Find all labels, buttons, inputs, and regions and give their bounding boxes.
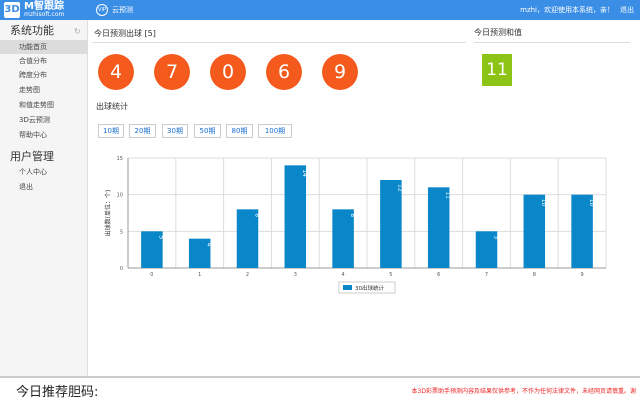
y-tick-label: 0 [120,266,123,272]
x-tick-label: 0 [150,272,153,278]
x-tick-label: 5 [389,272,392,278]
section-user-title: 用户管理 [10,150,54,163]
bar-data-label: 10 [540,199,547,207]
bar-data-label: 5 [158,235,165,239]
bar [284,165,307,268]
x-tick-label: 4 [342,272,345,278]
x-tick-label: 8 [533,272,536,278]
divider [474,42,630,43]
bar [427,187,450,268]
sum-value: 11 [482,54,512,86]
sidebar-item-cloud-predict[interactable]: 3D云预测 [0,113,87,127]
bar [332,209,354,268]
predict-title: 今日预测出球 [5] [94,29,156,38]
sidebar-item-profile[interactable]: 个人中心 [0,165,87,179]
bar-data-label: 12 [397,184,404,192]
recommend-title: 今日推荐胆码: [16,385,99,400]
y-tick-label: 10 [117,193,123,199]
logo-subtitle: mzhisoft.com [24,11,65,18]
bar-data-label: 5 [492,235,499,239]
cloud-predict-label: 云预测 [112,6,133,14]
predict-ball: 0 [210,54,246,90]
bar-data-label: 14 [301,169,308,177]
stats-title: 出球统计 [96,102,128,111]
y-tick-label: 15 [117,156,123,162]
sidebar-item-logout[interactable]: 退出 [0,180,87,194]
sidebar-item-help[interactable]: 帮助中心 [0,128,87,142]
refresh-icon[interactable]: ↻ [74,27,81,36]
bar-data-label: 8 [349,213,356,217]
bar [236,209,259,268]
bar-data-label: 4 [205,243,212,247]
divider [92,42,466,43]
welcome-text: mzhi，欢迎使用本系统，亲！ [520,6,614,14]
x-tick-label: 3 [294,272,297,278]
sidebar-item-home[interactable]: 功能首页 [0,40,87,54]
x-tick-label: 1 [198,272,201,278]
period-80-button[interactable]: 80期 [226,124,253,138]
bar-data-label: 10 [588,199,595,207]
sidebar-item-sum-trend[interactable]: 和值走势图 [0,98,87,112]
x-tick-label: 2 [246,272,249,278]
bar-data-label: 8 [253,213,260,217]
period-20-button[interactable]: 20期 [129,124,156,138]
recommend-bar: 今日推荐胆码: 本3D彩票助手预测内容及结果仅供参考，不作为任何法律文件，未经网… [0,376,640,400]
logo-mark: 3D [4,2,20,18]
y-axis-label: 出球数(单位：个) [104,190,112,237]
predict-ball: 4 [98,54,134,90]
section-system-title: 系统功能 [10,24,54,37]
logout-link[interactable]: 退出 [620,5,634,15]
bar-data-label: 11 [444,191,451,199]
sidebar-item-sum-distribution[interactable]: 合值分布 [0,54,87,68]
predict-ball: 7 [154,54,190,90]
bar [380,180,402,268]
period-50-button[interactable]: 50期 [194,124,221,138]
x-tick-label: 7 [485,272,488,278]
ball-stats-chart: 0 5 10 15 5 0 4 1 8 2 14 3 8 4 12 5 11 6 5 7 10 8 10 9 出球数(单位：个)… [104,156,607,294]
legend-label: 30出球统计 [355,284,384,292]
legend-swatch [343,285,352,290]
y-tick-label: 5 [120,229,123,235]
period-30-button[interactable]: 30期 [162,124,188,138]
vip-badge-icon: VIP [96,4,108,16]
period-10-button[interactable]: 10期 [98,124,124,138]
x-tick-label: 9 [581,272,584,278]
sidebar-item-trend[interactable]: 走势图 [0,83,87,97]
disclaimer-text: 本3D彩票助手预测内容及结果仅供参考，不作为任何法律文件，未经网页请慎重。谢 [411,388,636,395]
period-100-button[interactable]: 100期 [258,124,292,138]
sidebar: 系统功能 ↻ 功能首页 合值分布 跨度分布 走势图 和值走势图 3D云预测 帮助… [0,20,88,376]
x-tick-label: 6 [437,272,440,278]
sidebar-item-span-distribution[interactable]: 跨度分布 [0,68,87,82]
predict-ball: 9 [322,54,358,90]
logo[interactable]: 3D M智跟踪 mzhisoft.com [4,1,84,19]
top-bar: 3D M智跟踪 mzhisoft.com VIP 云预测 mzhi，欢迎使用本系… [0,0,640,20]
sum-title: 今日预测和值 [474,28,522,37]
predict-ball: 6 [266,54,302,90]
